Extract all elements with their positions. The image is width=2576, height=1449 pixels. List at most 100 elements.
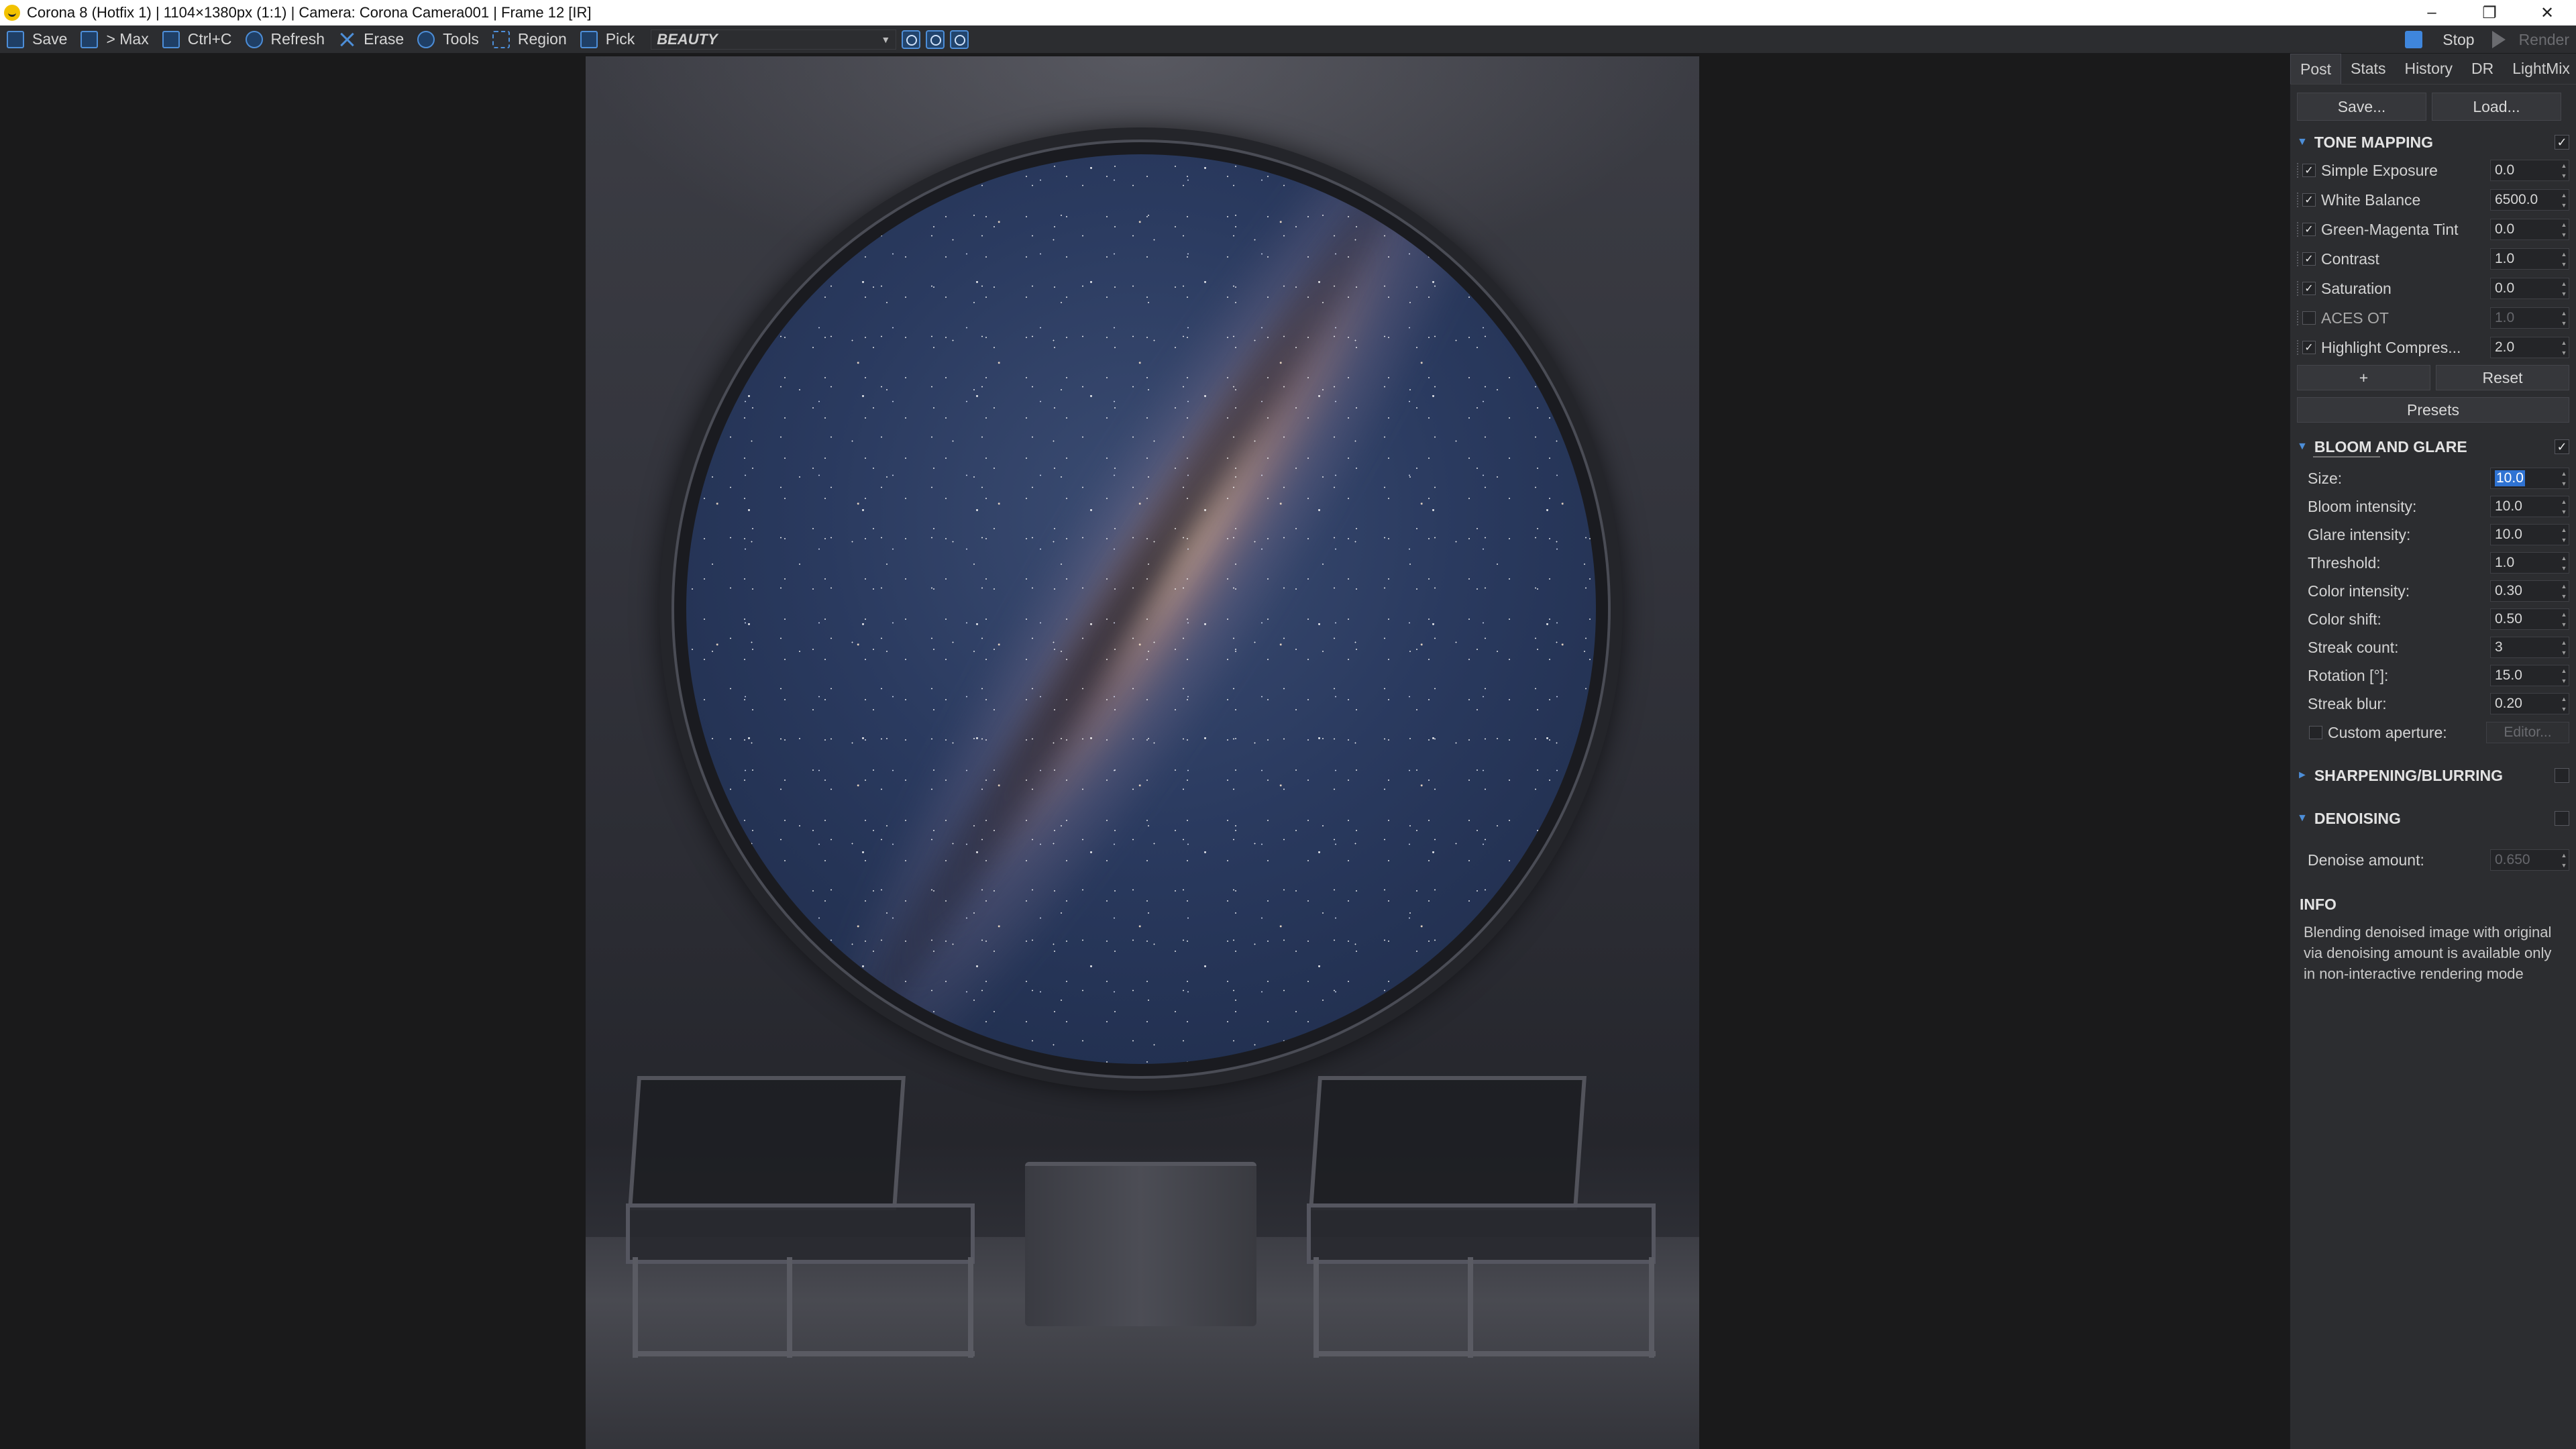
drag-handle-icon[interactable] [2297, 252, 2300, 266]
param-label: Glare intensity: [2308, 525, 2411, 543]
aperture-editor-button[interactable]: Editor... [2486, 722, 2569, 743]
param-spinner[interactable]: 0.0 ▲ ▼ [2490, 278, 2569, 299]
expand-arrow-icon: ► [2297, 769, 2308, 781]
param-spinner[interactable]: 0.0 ▲ ▼ [2490, 219, 2569, 240]
param-spinner[interactable]: 0.50 ▲ ▼ [2490, 608, 2569, 630]
erase-button[interactable]: Erase [331, 25, 411, 54]
refresh-button[interactable]: Refresh [239, 25, 332, 54]
render-controls: Stop Render [2405, 25, 2576, 54]
custom-aperture-checkbox[interactable] [2309, 726, 2322, 739]
stop-label: Stop [2443, 30, 2475, 48]
zoom-out-icon[interactable] [926, 30, 945, 49]
render-viewport[interactable] [0, 54, 2289, 1449]
render-button[interactable]: Render [2512, 25, 2576, 54]
param-spinner[interactable]: 0.20 ▲ ▼ [2490, 693, 2569, 714]
render-label: Render [2518, 30, 2569, 48]
minimize-button[interactable]: – [2403, 0, 2461, 25]
param-label: Simple Exposure [2321, 161, 2438, 179]
bloom-param-size: Size: 10.0 ▲ ▼ [2290, 464, 2576, 492]
stop-icon[interactable] [2405, 31, 2423, 48]
param-spinner[interactable]: 3 ▲ ▼ [2490, 637, 2569, 658]
tone-mapping-title: TONE MAPPING [2314, 133, 2434, 151]
bloom-param-glare-intensity: Glare intensity: 10.0 ▲ ▼ [2290, 521, 2576, 549]
drag-handle-icon[interactable] [2297, 340, 2300, 355]
param-spinner[interactable]: 0.0 ▲ ▼ [2490, 160, 2569, 181]
add-operator-button[interactable]: + [2297, 365, 2430, 390]
param-label: White Balance [2321, 191, 2421, 209]
pick-button[interactable]: Pick [574, 25, 641, 54]
drag-handle-icon[interactable] [2297, 163, 2300, 178]
erase-label: Erase [364, 30, 405, 48]
pedestal-table [1025, 1162, 1256, 1326]
param-checkbox[interactable]: ✓ [2302, 252, 2316, 266]
param-spinner[interactable]: 1.0 ▲ ▼ [2490, 552, 2569, 574]
stop-button[interactable]: Stop [2436, 25, 2481, 54]
close-button[interactable]: ✕ [2518, 0, 2576, 25]
denoise-amount-row: Denoise amount: 0.650 ▲ ▼ [2290, 845, 2576, 875]
param-label: Threshold: [2308, 553, 2381, 572]
param-checkbox[interactable]: ✓ [2302, 223, 2316, 236]
drag-handle-icon[interactable] [2297, 281, 2300, 296]
param-spinner[interactable]: 10.0 ▲ ▼ [2490, 496, 2569, 517]
render-pass-select[interactable]: BEAUTY ▼ [651, 29, 897, 50]
save-button[interactable]: Save [0, 25, 74, 54]
tone-param-simple-exposure: ✓ Simple Exposure 0.0 ▲ ▼ [2290, 156, 2576, 185]
param-spinner[interactable]: 15.0 ▲ ▼ [2490, 665, 2569, 686]
drag-handle-icon[interactable] [2297, 193, 2300, 207]
denoising-header[interactable]: ▼ DENOISING [2290, 805, 2576, 832]
denoise-amount-label: Denoise amount: [2308, 851, 2424, 869]
sharpening-enable-checkbox[interactable] [2555, 768, 2569, 783]
bloom-glare-header[interactable]: ▼ BLOOM AND GLARE ✓ [2290, 433, 2576, 460]
panel-tabs: Post Stats History DR LightMix [2290, 54, 2576, 85]
save-settings-button[interactable]: Save... [2297, 93, 2426, 121]
zoom-in-icon[interactable] [902, 30, 921, 49]
tab-lightmix[interactable]: LightMix [2503, 54, 2576, 84]
param-spinner[interactable]: 0.30 ▲ ▼ [2490, 580, 2569, 602]
chevron-down-icon: ▼ [881, 34, 891, 45]
zoom-fit-icon[interactable] [950, 30, 969, 49]
max-button[interactable]: > Max [74, 25, 155, 54]
param-spinner[interactable]: 10.0 ▲ ▼ [2490, 468, 2569, 489]
param-spinner[interactable]: 10.0 ▲ ▼ [2490, 524, 2569, 545]
param-label: Green-Magenta Tint [2321, 220, 2459, 238]
denoise-amount-spinner[interactable]: 0.650 ▲ ▼ [2490, 849, 2569, 871]
tab-history[interactable]: History [2395, 54, 2462, 84]
param-label: Color intensity: [2308, 582, 2410, 600]
param-spinner[interactable]: 2.0 ▲ ▼ [2490, 337, 2569, 358]
drag-handle-icon[interactable] [2297, 311, 2300, 325]
region-button[interactable]: Region [486, 25, 574, 54]
tab-stats[interactable]: Stats [2341, 54, 2395, 84]
param-checkbox[interactable]: ✓ [2302, 193, 2316, 207]
tab-dr[interactable]: DR [2462, 54, 2503, 84]
param-label: Contrast [2321, 250, 2379, 268]
vfb-toolbar: Save > Max Ctrl+C Refresh Erase Tools Re… [0, 25, 2576, 54]
sharpening-header[interactable]: ► SHARPENING/BLURRING [2290, 762, 2576, 789]
param-spinner[interactable]: 1.0 ▲ ▼ [2490, 307, 2569, 329]
param-checkbox[interactable] [2302, 311, 2316, 325]
bloom-glare-enable-checkbox[interactable]: ✓ [2555, 439, 2569, 454]
render-play-icon[interactable] [2491, 31, 2506, 48]
bloom-param-threshold: Threshold: 1.0 ▲ ▼ [2290, 549, 2576, 577]
param-checkbox[interactable]: ✓ [2302, 164, 2316, 177]
copy-button[interactable]: Ctrl+C [156, 25, 239, 54]
bloom-param-color-shift: Color shift: 0.50 ▲ ▼ [2290, 605, 2576, 633]
param-checkbox[interactable]: ✓ [2302, 282, 2316, 295]
denoising-enable-checkbox[interactable] [2555, 811, 2569, 826]
tone-param-highlight-compres: ✓ Highlight Compres... 2.0 ▲ ▼ [2290, 333, 2576, 362]
param-label: Highlight Compres... [2321, 338, 2461, 356]
bloom-param-rotation: Rotation [°]: 15.0 ▲ ▼ [2290, 661, 2576, 690]
param-checkbox[interactable]: ✓ [2302, 341, 2316, 354]
presets-button[interactable]: Presets [2297, 397, 2569, 423]
info-header: INFO [2300, 895, 2337, 913]
param-spinner[interactable]: 6500.0 ▲ ▼ [2490, 189, 2569, 211]
restore-button[interactable]: ❐ [2461, 0, 2518, 25]
reset-button[interactable]: Reset [2436, 365, 2569, 390]
param-spinner[interactable]: 1.0 ▲ ▼ [2490, 248, 2569, 270]
tone-mapping-header[interactable]: ▼ TONE MAPPING ✓ [2290, 129, 2576, 156]
tab-post[interactable]: Post [2290, 54, 2342, 84]
tone-mapping-enable-checkbox[interactable]: ✓ [2555, 135, 2569, 150]
tools-button[interactable]: Tools [411, 25, 486, 54]
load-settings-button[interactable]: Load... [2432, 93, 2561, 121]
info-text: Blending denoised image with original vi… [2304, 924, 2552, 982]
drag-handle-icon[interactable] [2297, 222, 2300, 237]
